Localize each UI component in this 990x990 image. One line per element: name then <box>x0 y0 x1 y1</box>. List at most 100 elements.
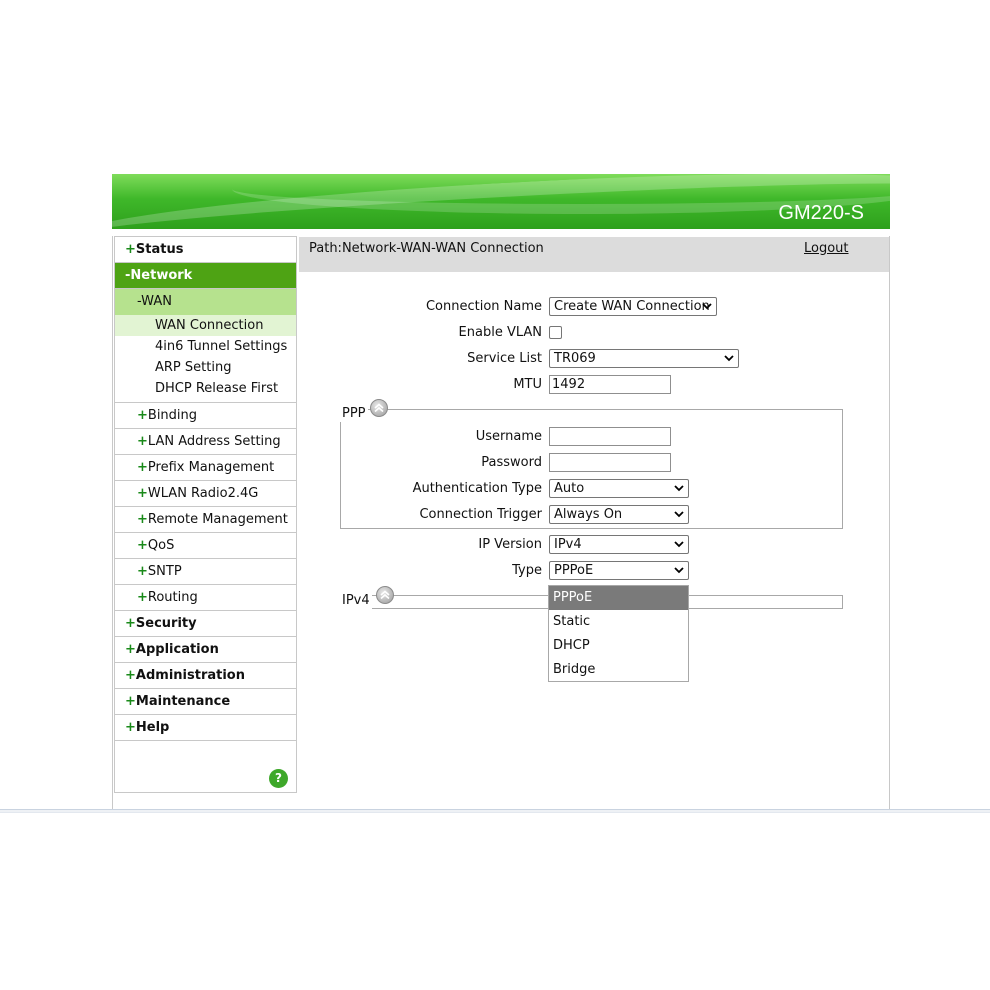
sidebar-sub-sntp[interactable]: +SNTP <box>115 559 296 585</box>
sidebar-item-label: Network <box>130 268 193 283</box>
expand-icon: + <box>137 434 148 449</box>
sidebar-sub-wlan[interactable]: +WLAN Radio2.4G <box>115 481 296 507</box>
sidebar-sub-remote[interactable]: +Remote Management <box>115 507 296 533</box>
sidebar-item-status[interactable]: +Status <box>115 237 296 263</box>
select-value: Always On <box>554 507 623 522</box>
sidebar-item-label: Status <box>135 242 184 257</box>
expand-icon: + <box>125 242 136 257</box>
sidebar-leaf-4in6-tunnel[interactable]: 4in6 Tunnel Settings <box>115 336 296 357</box>
expand-icon: + <box>125 720 136 735</box>
expand-icon: + <box>125 616 136 631</box>
auth-type-label: Authentication Type <box>412 481 542 496</box>
expand-icon: + <box>137 460 148 475</box>
password-label: Password <box>481 455 542 470</box>
dropdown-option-bridge[interactable]: Bridge <box>549 658 688 682</box>
ip-version-select[interactable]: IPv4 <box>549 535 689 554</box>
expand-icon: + <box>137 408 148 423</box>
model-name: GM220-S <box>778 202 864 224</box>
sidebar-sub-lan-address[interactable]: +LAN Address Setting <box>115 429 296 455</box>
sidebar-item-label: LAN Address Setting <box>147 434 281 449</box>
path-bar: Path:Network-WAN-WAN Connection Logout <box>299 237 889 272</box>
ppp-group-title: PPP <box>340 406 368 422</box>
sidebar-leaf-dhcp-release[interactable]: DHCP Release First <box>115 378 296 399</box>
ip-version-label: IP Version <box>478 537 542 552</box>
logout-link[interactable]: Logout <box>804 241 849 256</box>
mtu-label: MTU <box>513 377 542 392</box>
expand-icon: + <box>137 512 148 527</box>
enable-vlan-label: Enable VLAN <box>458 325 542 340</box>
help-icon[interactable]: ? <box>269 769 288 788</box>
sidebar-leaf-wan-connection[interactable]: WAN Connection <box>115 315 296 336</box>
sidebar-item-application[interactable]: +Application <box>115 637 296 663</box>
collapse-ipv4-icon[interactable] <box>376 586 394 604</box>
conn-trigger-select[interactable]: Always On <box>549 505 689 524</box>
sidebar-item-label: QoS <box>147 538 175 553</box>
sidebar-sub-binding[interactable]: +Binding <box>115 403 296 429</box>
sidebar-item-label: Application <box>135 642 219 657</box>
double-chevron-up-icon <box>374 403 384 413</box>
sidebar-item-network[interactable]: -Network <box>115 263 296 289</box>
sidebar-item-help[interactable]: +Help <box>115 715 296 741</box>
sidebar-item-maintenance[interactable]: +Maintenance <box>115 689 296 715</box>
chevron-down-icon <box>674 485 684 492</box>
expand-icon: + <box>125 694 136 709</box>
sidebar-item-label: Administration <box>135 668 245 683</box>
breadcrumb: Path:Network-WAN-WAN Connection <box>309 241 544 256</box>
sidebar-item-label: Security <box>135 616 197 631</box>
username-input[interactable] <box>549 427 671 446</box>
sidebar-item-label: WAN <box>141 294 172 309</box>
ipv4-group-title: IPv4 <box>340 593 372 609</box>
password-input[interactable] <box>549 453 671 472</box>
expand-icon: + <box>137 564 148 579</box>
enable-vlan-checkbox[interactable] <box>549 326 562 339</box>
mtu-input[interactable]: 1492 <box>549 375 671 394</box>
chevron-down-icon <box>674 511 684 518</box>
sidebar-item-label: Maintenance <box>135 694 231 709</box>
conn-trigger-label: Connection Trigger <box>419 507 542 522</box>
type-select[interactable]: PPPoE <box>549 561 689 580</box>
sidebar-item-administration[interactable]: +Administration <box>115 663 296 689</box>
username-label: Username <box>475 429 542 444</box>
collapse-ppp-icon[interactable] <box>370 399 388 417</box>
sidebar-sub-routing[interactable]: +Routing <box>115 585 296 611</box>
dropdown-option-dhcp[interactable]: DHCP <box>549 634 688 658</box>
select-value: Auto <box>554 481 585 496</box>
select-value: Create WAN Connection <box>554 299 710 314</box>
connection-name-label: Connection Name <box>425 299 542 314</box>
sidebar-sub-prefix[interactable]: +Prefix Management <box>115 455 296 481</box>
sidebar: +Status -Network -WAN WAN Connection 4in… <box>114 236 297 793</box>
expand-icon: + <box>137 590 148 605</box>
dropdown-option-pppoe[interactable]: PPPoE <box>549 586 688 610</box>
sidebar-sub-qos[interactable]: +QoS <box>115 533 296 559</box>
sidebar-leaf-arp-setting[interactable]: ARP Setting <box>115 357 296 378</box>
auth-type-select[interactable]: Auto <box>549 479 689 498</box>
select-value: TR069 <box>554 351 596 366</box>
sidebar-item-label: Remote Management <box>147 512 288 527</box>
chevron-down-icon <box>702 303 712 310</box>
type-label: Type <box>512 563 542 578</box>
window-bottom-edge <box>0 809 990 813</box>
expand-icon: + <box>137 538 148 553</box>
chevron-down-icon <box>674 567 684 574</box>
wan-leaf-group: WAN Connection 4in6 Tunnel Settings ARP … <box>115 315 296 403</box>
type-dropdown-list: PPPoE Static DHCP Bridge <box>548 585 689 682</box>
header-banner: GM220-S <box>112 174 890 229</box>
sidebar-item-label: Routing <box>147 590 198 605</box>
chevron-down-icon <box>724 355 734 362</box>
chevron-down-icon <box>674 541 684 548</box>
select-value: IPv4 <box>554 537 582 552</box>
double-chevron-up-icon <box>380 590 390 600</box>
expand-icon: + <box>125 642 136 657</box>
expand-icon: + <box>125 668 136 683</box>
sidebar-item-label: Prefix Management <box>147 460 275 475</box>
service-list-select[interactable]: TR069 <box>549 349 739 368</box>
select-value: PPPoE <box>554 563 594 578</box>
connection-name-select[interactable]: Create WAN Connection <box>549 297 717 316</box>
dropdown-option-static[interactable]: Static <box>549 610 688 634</box>
sidebar-item-label: WLAN Radio2.4G <box>147 486 259 501</box>
sidebar-item-security[interactable]: +Security <box>115 611 296 637</box>
sidebar-sub-wan[interactable]: -WAN <box>115 289 296 315</box>
expand-icon: + <box>137 486 148 501</box>
service-list-label: Service List <box>467 351 542 366</box>
sidebar-item-label: Help <box>135 720 170 735</box>
